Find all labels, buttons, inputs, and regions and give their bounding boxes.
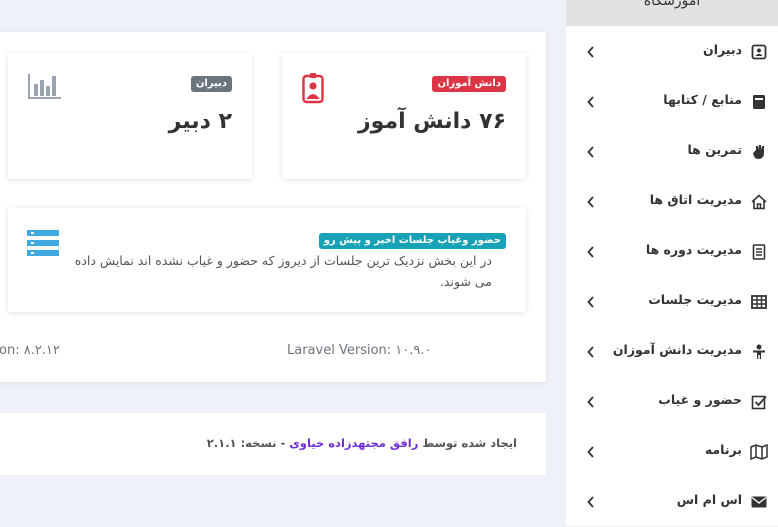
footer-credit: ایجاد شده توسط رافق مجتهدزاده خیاوی - نس… bbox=[207, 436, 517, 450]
teachers-stat-card: دبیران ۲ دبیر bbox=[8, 53, 252, 179]
student-badge-icon bbox=[302, 72, 324, 108]
students-count: ۷۶ دانش آموز bbox=[358, 109, 506, 134]
sidebar-item-schedule[interactable]: برنامه bbox=[566, 427, 778, 477]
hand-icon bbox=[750, 143, 768, 161]
main-content: دانش آموزان ۷۶ دانش آموز دبیران ۲ دبیر ح… bbox=[0, 0, 566, 526]
chevron-left-icon bbox=[584, 93, 598, 111]
chevron-left-icon bbox=[584, 243, 598, 261]
footer-prefix: ایجاد شده توسط bbox=[422, 436, 517, 450]
chevron-left-icon bbox=[584, 143, 598, 161]
sidebar-item-rooms[interactable]: مدیریت اتاق ها bbox=[566, 177, 778, 227]
sidebar-item-label: تمرین ها bbox=[687, 142, 742, 157]
students-stat-card: دانش آموزان ۷۶ دانش آموز bbox=[282, 53, 526, 179]
checkbox-icon bbox=[750, 393, 768, 411]
sidebar-item-label: منابع / کتابها bbox=[663, 92, 742, 107]
table-icon bbox=[750, 293, 768, 311]
sidebar-item-label: اس ام اس bbox=[676, 492, 742, 507]
sidebar-item-books[interactable]: منابع / کتابها bbox=[566, 77, 778, 127]
teacher-id-icon bbox=[750, 43, 768, 61]
footer: ایجاد شده توسط رافق مجتهدزاده خیاوی - نس… bbox=[0, 413, 546, 475]
chevron-left-icon bbox=[584, 443, 598, 461]
student-icon bbox=[750, 343, 768, 361]
home-icon bbox=[750, 193, 768, 211]
list-icon bbox=[27, 230, 59, 260]
sidebar-item-students[interactable]: مدیریت دانش آموزان bbox=[566, 327, 778, 377]
sidebar-item-sessions[interactable]: مدیریت جلسات bbox=[566, 277, 778, 327]
laravel-version: Laravel Version: ۱۰.۹.۰ bbox=[287, 343, 432, 358]
bar-chart-icon bbox=[28, 72, 62, 104]
chevron-left-icon bbox=[584, 343, 598, 361]
teachers-badge: دبیران bbox=[190, 76, 232, 92]
sidebar-item-sms[interactable]: اس ام اس bbox=[566, 477, 778, 527]
sidebar-item-attendance[interactable]: حضور و غیاب bbox=[566, 377, 778, 427]
map-icon bbox=[750, 443, 768, 461]
document-icon bbox=[750, 243, 768, 261]
sidebar-header: آموزشگاه bbox=[566, 0, 778, 26]
book-icon bbox=[750, 93, 768, 111]
sessions-description: در این بخش نزدیک ترین جلسات از دیروز که … bbox=[74, 253, 492, 289]
chevron-left-icon bbox=[584, 293, 598, 311]
sidebar-item-teachers[interactable]: دبیران bbox=[566, 27, 778, 77]
chevron-left-icon bbox=[584, 493, 598, 511]
teachers-count: ۲ دبیر bbox=[168, 109, 232, 134]
sidebar-item-label: برنامه bbox=[704, 442, 742, 457]
envelope-icon bbox=[750, 493, 768, 511]
recent-sessions-card: حضور وغیاب جلسات اخیر و پیش رو در این بخ… bbox=[8, 208, 526, 312]
sidebar-item-label: حضور و غیاب bbox=[658, 392, 742, 407]
sidebar-item-label: مدیریت دوره ها bbox=[645, 242, 742, 257]
sidebar-item-label: مدیریت جلسات bbox=[648, 292, 742, 307]
sidebar-item-label: دبیران bbox=[703, 42, 742, 57]
footer-version: - نسخه: ۲.۱.۱ bbox=[206, 436, 286, 450]
chevron-left-icon bbox=[584, 393, 598, 411]
sidebar: آموزشگاه دبیران منابع / کتابها تمرین ها … bbox=[566, 0, 778, 526]
sidebar-item-exercises[interactable]: تمرین ها bbox=[566, 127, 778, 177]
sidebar-item-label: مدیریت اتاق ها bbox=[649, 192, 742, 207]
students-badge: دانش آموزان bbox=[432, 76, 506, 92]
sidebar-item-label: مدیریت دانش آموزان bbox=[612, 342, 742, 357]
sidebar-item-courses[interactable]: مدیریت دوره ها bbox=[566, 227, 778, 277]
footer-author-link[interactable]: رافق مجتهدزاده خیاوی bbox=[289, 436, 418, 450]
chevron-left-icon bbox=[584, 43, 598, 61]
php-version: on: ۸.۲.۱۲ bbox=[0, 343, 60, 358]
chevron-left-icon bbox=[584, 193, 598, 211]
sessions-badge: حضور وغیاب جلسات اخیر و پیش رو bbox=[318, 233, 506, 249]
